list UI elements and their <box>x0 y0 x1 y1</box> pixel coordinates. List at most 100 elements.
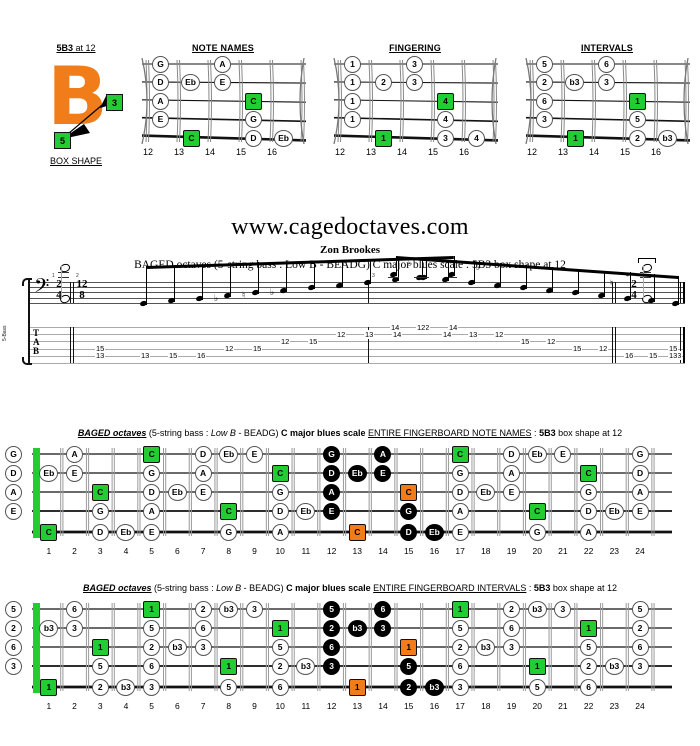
fret-note: G <box>152 55 169 73</box>
fret-note: b3 <box>39 619 59 637</box>
fret-note: 3 <box>406 74 423 91</box>
fret-note: b3 <box>116 678 136 696</box>
fret-number: 12 <box>334 147 345 157</box>
mini-diagram-note-names: NOTE NAMES G A D Eb E A C E G C D Eb 12 13 14 15 16 <box>128 34 318 174</box>
open-string-note: 6 <box>5 638 22 656</box>
note-stem <box>398 257 399 282</box>
mini-diagram-title: INTERVALS <box>581 43 633 53</box>
tab-fret-number: 12 <box>224 344 235 354</box>
tab-fret-number: 13 <box>364 329 375 339</box>
fret-note: 5 <box>580 638 598 656</box>
fret-note: G <box>143 464 161 482</box>
fret-number: 23 <box>609 701 620 711</box>
fret-note: b3 <box>219 600 239 618</box>
fret-note: 5 <box>323 600 341 618</box>
fret-number: 16 <box>429 546 440 556</box>
fret-note: C <box>451 445 469 463</box>
fret-note: G <box>580 483 598 501</box>
note-stem <box>342 259 343 287</box>
fret-number: 15 <box>235 147 246 157</box>
time-signature-1-numerator: 2 <box>56 278 62 290</box>
open-string-note: 5 <box>5 600 22 618</box>
fret-note: Eb <box>167 483 187 501</box>
fret-note: b3 <box>658 129 677 147</box>
fret-note: 2 <box>323 619 341 637</box>
fret-note: 3 <box>143 678 161 696</box>
fret-note: A <box>66 445 84 463</box>
fret-note: 6 <box>503 619 520 637</box>
fret-note: 6 <box>143 657 161 675</box>
tab-fret-number: 14 <box>390 322 401 332</box>
fret-note: E <box>214 74 231 91</box>
fret-note: 6 <box>598 55 615 73</box>
mini-fretboard: G A D Eb E A C E G C D Eb <box>140 55 308 147</box>
fret-note: Eb <box>274 129 293 147</box>
fret-number: 22 <box>583 701 594 711</box>
fret-number: 23 <box>609 546 620 556</box>
fret-note: 5 <box>220 678 238 696</box>
fret-note: 3 <box>503 638 520 656</box>
fret-note: 2 <box>91 678 109 696</box>
barline-staff <box>680 282 681 303</box>
fret-note: 1 <box>400 638 418 656</box>
page-root: 5B3 at 12 B 3 5 BOX SHAPE NOTE NAMES G A D E… <box>0 0 700 746</box>
fret-note: b3 <box>296 657 316 675</box>
fret-number: 8 <box>226 546 232 556</box>
fret-note: 3 <box>631 657 649 675</box>
fret-note: 2 <box>503 600 520 618</box>
flat-accidental-icon: ♭ <box>408 259 413 269</box>
open-string-note: 2 <box>5 619 22 637</box>
fret-note: 1 <box>528 657 546 675</box>
fret-note: 5 <box>143 619 161 637</box>
staff-line <box>388 276 399 278</box>
fret-note: 5 <box>451 619 469 637</box>
fret-note: 3 <box>598 74 615 91</box>
fret-note: 3 <box>323 657 341 675</box>
fret-note: 4 <box>437 111 454 128</box>
time-signature-2-numerator: 12 <box>76 278 88 290</box>
fret-number: 6 <box>174 701 180 711</box>
fret-number: 21 <box>558 701 568 711</box>
tab-fret-number: 13 <box>140 351 151 361</box>
note-stem <box>578 268 579 295</box>
fret-number: 20 <box>532 546 542 556</box>
fret-number: 13 <box>173 147 184 157</box>
fret-number: 24 <box>635 701 645 711</box>
bass-clef-icon: 𝄢 <box>34 274 50 302</box>
fret-note: G <box>323 445 341 463</box>
fret-number: 13 <box>352 546 363 556</box>
tab-fret-number: 12 <box>280 336 291 346</box>
fret-note: Eb <box>347 464 367 482</box>
fret-note: D <box>451 483 469 501</box>
measure-number: 2 <box>76 273 79 279</box>
note-stem <box>448 259 449 282</box>
fret-note: A <box>451 502 469 520</box>
fret-note: C <box>220 502 238 520</box>
fret-note: Eb <box>476 483 496 501</box>
tab-fret-number: 15 <box>252 344 263 354</box>
tab-fret-number: 14 <box>442 329 453 339</box>
fret-number: 14 <box>378 546 388 556</box>
fret-number: 24 <box>635 546 645 556</box>
open-string-note: E <box>5 502 22 520</box>
tab-fret-number: 16 <box>196 351 207 361</box>
tab-ending-number: 13 <box>668 351 679 361</box>
fret-note: A <box>152 92 169 110</box>
note-stem <box>286 261 287 292</box>
fret-note: E <box>503 483 520 501</box>
fret-note: b3 <box>424 678 444 696</box>
fret-note: E <box>194 483 212 501</box>
fret-number: 15 <box>619 147 630 157</box>
fret-note: 2 <box>400 678 418 696</box>
fret-note: 2 <box>451 638 469 656</box>
fret-number: 14 <box>588 147 599 157</box>
fret-note: 2 <box>375 74 392 91</box>
fret-note: E <box>152 111 169 128</box>
fret-note: D <box>152 74 169 91</box>
fret-note: b3 <box>527 600 547 618</box>
music-notation-section: 5-Bass 𝄢 2 4 12 8 2 4 T A B 1 2 3 4 ♭ ♭ ♭ ♭ ♮ ♮ 15 13 13 15 16 12… <box>0 256 700 382</box>
fret-number: 19 <box>506 701 517 711</box>
fret-number: 4 <box>123 701 129 711</box>
fret-number: 2 <box>72 546 77 556</box>
fret-note: 5 <box>528 678 546 696</box>
